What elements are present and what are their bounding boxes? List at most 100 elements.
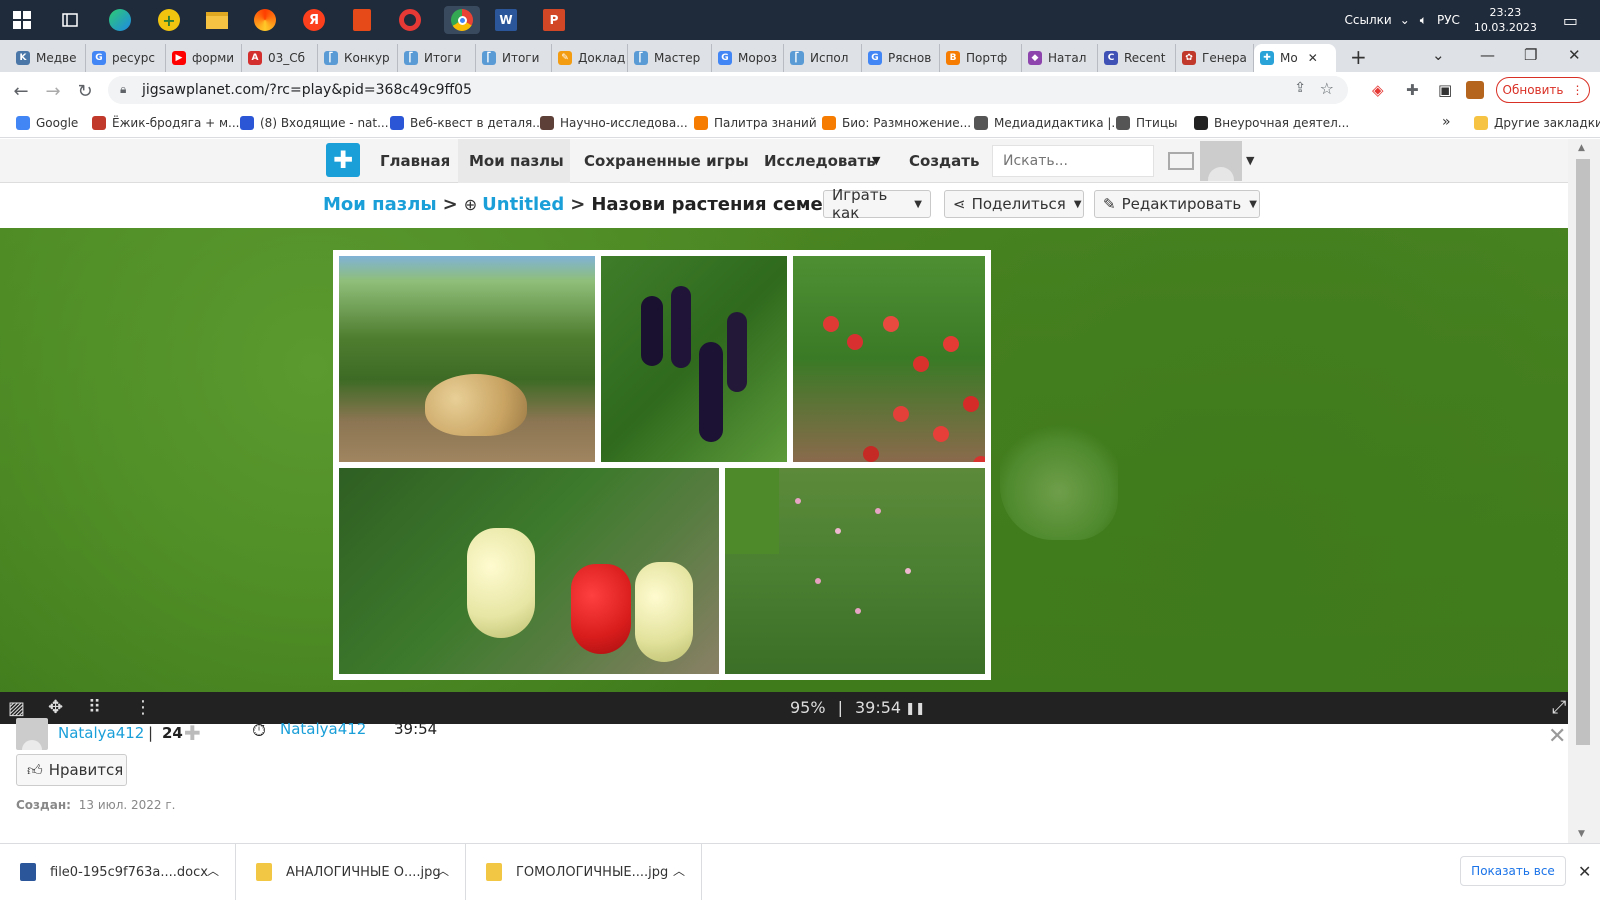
puzzle-image-eggplants[interactable] bbox=[601, 256, 787, 462]
yandex-icon[interactable]: Я bbox=[300, 6, 328, 34]
office-icon[interactable] bbox=[348, 6, 376, 34]
extension-shield-icon[interactable]: ◈ bbox=[1372, 81, 1384, 99]
page-scrollbar[interactable]: ▲ ▼ bbox=[1568, 139, 1600, 843]
bookmark-item[interactable]: Ёжик-бродяга + м... bbox=[92, 114, 239, 132]
download-item[interactable]: ГОМОЛОГИЧНЫЕ....jpg ︿ bbox=[466, 844, 702, 900]
minimize-icon[interactable]: — bbox=[1480, 46, 1495, 64]
opera-icon[interactable] bbox=[396, 6, 424, 34]
download-item[interactable]: АНАЛОГИЧНЫЕ О....jpg ︿ bbox=[236, 844, 466, 900]
lock-icon[interactable]: 🔒︎ bbox=[120, 82, 126, 97]
chevron-up-icon[interactable]: ︿ bbox=[673, 862, 685, 879]
address-bar[interactable]: 🔒︎ jigsawplanet.com/?rc=play&pid=368c49c… bbox=[108, 76, 1348, 104]
puzzle-image-tobacco[interactable] bbox=[725, 468, 985, 674]
tab[interactable]: ⎡ Испол bbox=[784, 44, 862, 72]
tab[interactable]: ▶ форми bbox=[166, 44, 242, 72]
download-item[interactable]: file0-195c9f763a....docx ︿ bbox=[0, 844, 236, 900]
chevron-down-icon[interactable]: ⌄ bbox=[1400, 13, 1410, 27]
bookmark-item[interactable]: (8) Входящие - nat... bbox=[240, 114, 389, 132]
nav-my-puzzles[interactable]: Мои пазлы bbox=[469, 152, 564, 170]
site-search-input[interactable] bbox=[992, 145, 1154, 177]
author-avatar[interactable] bbox=[16, 718, 48, 750]
tab[interactable]: B Портф bbox=[940, 44, 1022, 72]
star-icon[interactable]: ☆ bbox=[1320, 79, 1334, 98]
tab-search-icon[interactable]: ⌄ bbox=[1432, 46, 1445, 64]
tab[interactable]: ⎡ Конкур bbox=[318, 44, 398, 72]
nav-explore[interactable]: Исследовать bbox=[764, 152, 876, 170]
tab[interactable]: K Медве bbox=[10, 44, 86, 72]
chevron-up-icon[interactable]: ︿ bbox=[207, 862, 219, 879]
update-button[interactable]: Обновить ⋮ bbox=[1496, 77, 1590, 103]
bookmark-item[interactable]: Био: Размножение... bbox=[822, 114, 971, 132]
share-page-icon[interactable]: ⇪ bbox=[1294, 80, 1306, 96]
tab[interactable]: G Ряснов bbox=[862, 44, 940, 72]
tab[interactable]: A 03_Сб bbox=[242, 44, 318, 72]
mail-icon[interactable] bbox=[1168, 152, 1194, 170]
tab[interactable]: ◆ Натал bbox=[1022, 44, 1098, 72]
bookmark-item[interactable]: Google bbox=[16, 114, 78, 132]
bookmark-item[interactable]: Внеурочная деятел... bbox=[1194, 114, 1349, 132]
tab[interactable]: ⎡ Итоги bbox=[398, 44, 476, 72]
bookmark-item[interactable]: Медиадидактика |... bbox=[974, 114, 1123, 132]
back-icon[interactable]: ← bbox=[10, 80, 32, 102]
tab[interactable]: ✿ Генера bbox=[1176, 44, 1254, 72]
close-icon[interactable]: ✕ bbox=[1578, 862, 1591, 881]
breadcrumb-my-puzzles[interactable]: Мои пазлы bbox=[323, 194, 437, 215]
other-bookmarks[interactable]: Другие закладки bbox=[1474, 114, 1600, 132]
new-tab-icon[interactable]: + bbox=[1350, 45, 1367, 69]
puzzle-image-tomatoes[interactable] bbox=[793, 256, 985, 462]
forward-icon[interactable]: → bbox=[42, 80, 64, 102]
scroll-up-icon[interactable]: ▲ bbox=[1578, 143, 1585, 153]
scroll-down-icon[interactable]: ▼ bbox=[1578, 829, 1585, 839]
clock[interactable]: 23:23 10.03.2023 bbox=[1474, 5, 1537, 35]
preview-image-icon[interactable]: ▨ bbox=[8, 698, 25, 719]
bookmark-item[interactable]: Птицы bbox=[1116, 114, 1177, 132]
tab-active[interactable]: ✚ Мо ✕ bbox=[1254, 44, 1336, 72]
ghost-image-icon[interactable]: ✥ bbox=[48, 697, 63, 718]
yandex-browser-icon[interactable] bbox=[251, 6, 279, 34]
bookmark-item[interactable]: Веб-квест в деталя... bbox=[390, 114, 544, 132]
nav-home[interactable]: Главная bbox=[380, 152, 450, 170]
show-all-downloads-button[interactable]: Показать все bbox=[1460, 856, 1566, 886]
close-tab-icon[interactable]: ✕ bbox=[1308, 51, 1318, 65]
volume-icon[interactable]: 🔈︎ bbox=[1420, 13, 1427, 28]
maximize-icon[interactable]: ❐ bbox=[1524, 46, 1537, 64]
start-icon[interactable] bbox=[8, 6, 36, 34]
puzzle-stage[interactable] bbox=[0, 228, 1568, 692]
profile-avatar[interactable] bbox=[1466, 81, 1484, 99]
author-link[interactable]: Natalya412 bbox=[58, 724, 144, 742]
tab[interactable]: ⎡ Мастер bbox=[628, 44, 712, 72]
extensions-puzzle-icon[interactable]: ✚ bbox=[1406, 81, 1419, 99]
gaming-icon[interactable]: + bbox=[155, 6, 183, 34]
close-icon[interactable]: ✕ bbox=[1548, 724, 1566, 749]
play-as-button[interactable]: Играть как ▼ bbox=[823, 186, 931, 222]
chrome-icon[interactable] bbox=[444, 6, 480, 34]
word-icon[interactable]: W bbox=[492, 6, 520, 34]
nav-create[interactable]: Создать bbox=[909, 152, 979, 170]
loose-puzzle-piece[interactable] bbox=[1000, 420, 1118, 540]
edit-button[interactable]: ✎ Редактировать ▼ bbox=[1094, 190, 1260, 218]
window-close-icon[interactable]: ✕ bbox=[1568, 46, 1581, 64]
puzzle-image-potatoes[interactable] bbox=[339, 256, 595, 462]
powerpoint-icon[interactable]: P bbox=[540, 6, 568, 34]
language-indicator[interactable]: РУС bbox=[1437, 13, 1460, 27]
notification-icon[interactable]: ▭ bbox=[1563, 11, 1578, 30]
reload-icon[interactable]: ↻ bbox=[74, 80, 96, 102]
chevron-up-icon[interactable]: ︿ bbox=[437, 862, 449, 879]
tab[interactable]: Gресурс bbox=[86, 44, 166, 72]
bookmarks-more-button[interactable]: » bbox=[1442, 114, 1451, 130]
side-panel-icon[interactable]: ▣ bbox=[1438, 81, 1452, 99]
jigsawplanet-logo[interactable]: ✚ bbox=[326, 143, 360, 177]
user-avatar[interactable] bbox=[1200, 141, 1242, 181]
links-toolbar-label[interactable]: Ссылки bbox=[1345, 13, 1392, 27]
pause-icon[interactable]: ❚❚ bbox=[905, 701, 925, 715]
tab[interactable]: G Мороз bbox=[712, 44, 784, 72]
bookmark-item[interactable]: Научно-исследова... bbox=[540, 114, 688, 132]
breadcrumb-folder[interactable]: Untitled bbox=[482, 194, 564, 215]
edge-icon[interactable] bbox=[106, 6, 134, 34]
tab[interactable]: C Recent bbox=[1098, 44, 1176, 72]
missing-piece-slot[interactable] bbox=[725, 468, 779, 554]
record-holder-link[interactable]: Natalya412 bbox=[280, 720, 366, 738]
puzzle-image-peppers[interactable] bbox=[339, 468, 719, 674]
like-button[interactable]: 👍︎ Нравится bbox=[16, 754, 127, 786]
nav-saved-games[interactable]: Сохраненные игры bbox=[584, 152, 749, 170]
